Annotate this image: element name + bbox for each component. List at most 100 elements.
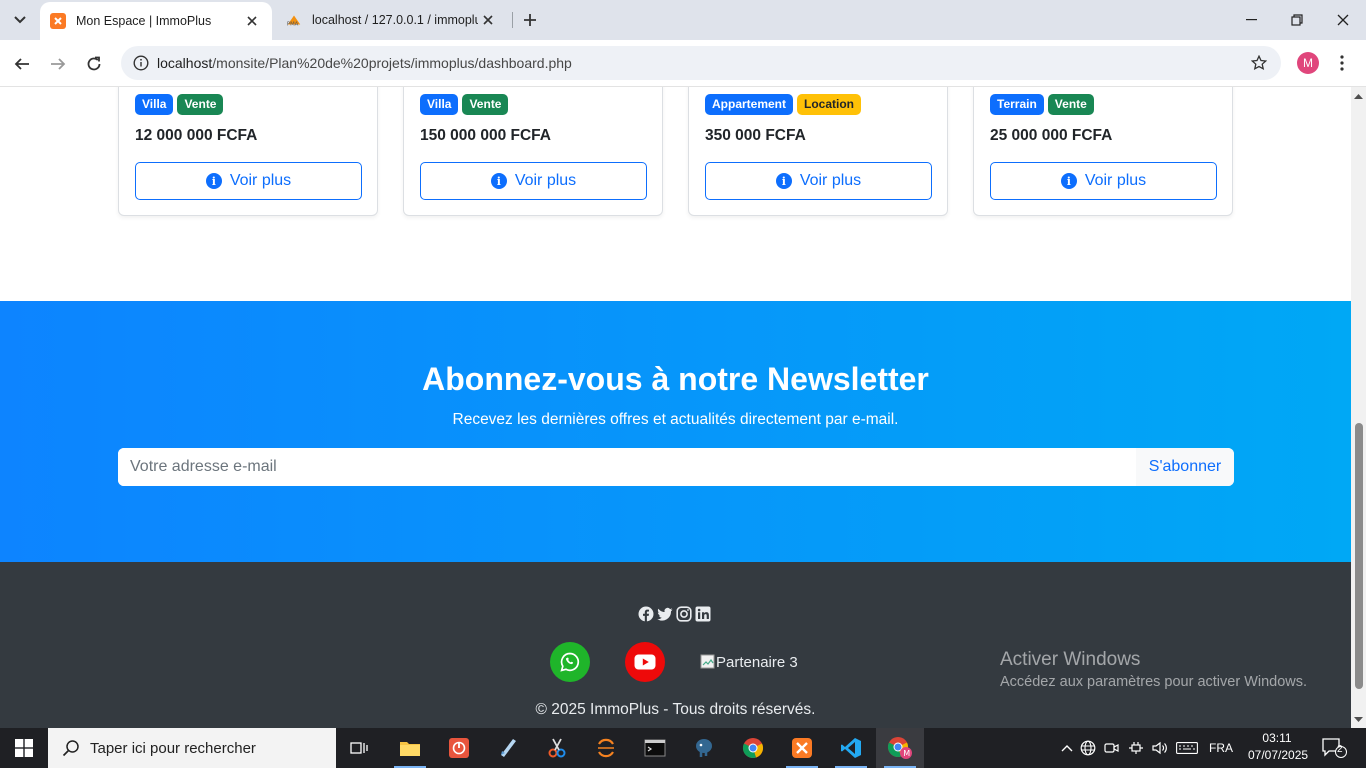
partner-logos: Partenaire 3 (550, 642, 798, 682)
instagram-icon[interactable] (676, 606, 692, 622)
taskbar-clock[interactable]: 03:11 07/07/2025 (1248, 730, 1308, 764)
tab-search-button[interactable] (6, 6, 34, 34)
taskbar-search-box[interactable]: Taper ici pour rechercher (48, 728, 336, 768)
more-vertical-icon (1340, 55, 1344, 71)
plus-icon (524, 14, 536, 26)
voir-plus-button[interactable]: i Voir plus (705, 162, 932, 200)
restore-button[interactable] (1274, 0, 1320, 40)
tab-title: Mon Espace | ImmoPlus (76, 14, 212, 28)
button-label: Voir plus (1084, 172, 1147, 189)
app-red-button[interactable] (435, 728, 483, 768)
property-type-badge: Appartement (705, 94, 794, 115)
browser-tab-strip: Mon Espace | ImmoPlus PMA localhost / 12… (0, 0, 1366, 40)
terminal-button[interactable] (631, 728, 679, 768)
property-type-badge: Terrain (990, 94, 1044, 115)
file-explorer-button[interactable] (386, 728, 434, 768)
vscode-icon (841, 738, 861, 758)
windows-logo-icon (15, 739, 33, 757)
show-hidden-icons-icon[interactable] (1058, 744, 1076, 752)
meet-now-icon[interactable] (1100, 741, 1124, 755)
bookmark-star-icon[interactable] (1249, 53, 1269, 73)
xampp-button[interactable] (778, 728, 826, 768)
property-card: Appartement Location 350 000 FCFA i Voir… (688, 87, 948, 216)
partner-3-image[interactable]: Partenaire 3 (700, 654, 798, 671)
scroll-up-arrow-icon[interactable] (1354, 91, 1363, 100)
button-label: Voir plus (229, 172, 292, 189)
property-card: Terrain Vente 25 000 000 FCFA i Voir plu… (973, 87, 1233, 216)
email-field[interactable] (118, 448, 1136, 486)
notification-icon (1322, 738, 1347, 758)
property-price: 350 000 FCFA (705, 127, 806, 144)
info-circle-icon: i (775, 173, 792, 189)
arrow-left-icon (14, 58, 29, 70)
new-tab-button[interactable] (518, 8, 542, 32)
back-button[interactable] (8, 50, 36, 78)
chrome-profile-button[interactable]: M (876, 728, 924, 768)
scroll-down-arrow-icon[interactable] (1354, 715, 1363, 724)
app-snip-button[interactable] (533, 728, 581, 768)
deal-type-badge: Vente (1047, 94, 1094, 115)
page-viewport: Villa Vente 12 000 000 FCFA i Voir plus … (0, 87, 1351, 728)
broken-image-icon (700, 654, 715, 669)
notification-center-button[interactable]: 2 (1320, 736, 1348, 760)
notification-count: 2 (1337, 744, 1343, 755)
watermark-subtitle: Accédez aux paramètres pour activer Wind… (1000, 674, 1308, 690)
windows-taskbar: Taper ici pour rechercher M FRA 03:11 07… (0, 728, 1366, 768)
task-view-icon (350, 742, 368, 754)
postgresql-button[interactable] (680, 728, 728, 768)
notepad-icon (501, 739, 516, 757)
minimize-button[interactable] (1228, 0, 1274, 40)
windows-activation-watermark: Activer Windows Accédez aux paramètres p… (1000, 649, 1307, 690)
page-scrollbar[interactable] (1351, 87, 1366, 728)
property-price: 25 000 000 FCFA (990, 127, 1113, 144)
power-plug-icon[interactable] (1124, 741, 1148, 755)
xampp-icon (792, 738, 812, 758)
close-tab-icon[interactable] (478, 10, 498, 30)
subscribe-button[interactable]: S'abonner (1136, 448, 1234, 486)
tab-mon-espace[interactable]: Mon Espace | ImmoPlus (40, 2, 272, 40)
volume-icon[interactable] (1148, 741, 1172, 755)
vscode-button[interactable] (827, 728, 875, 768)
close-window-button[interactable] (1320, 0, 1366, 40)
network-globe-icon[interactable] (1076, 740, 1100, 756)
address-bar[interactable]: localhost/monsite/Plan%20de%20projets/im… (121, 46, 1281, 80)
tab-phpmyadmin[interactable]: PMA localhost / 127.0.0.1 / immoplus (276, 0, 508, 40)
forward-button[interactable] (44, 50, 72, 78)
facebook-icon[interactable] (638, 606, 654, 622)
reload-button[interactable] (80, 50, 108, 78)
deal-type-badge: Location (797, 94, 862, 115)
scrollbar-thumb[interactable] (1355, 423, 1363, 689)
close-icon (1337, 14, 1349, 26)
twitter-icon[interactable] (657, 606, 673, 622)
chrome-button[interactable] (729, 728, 777, 768)
browser-menu-button[interactable] (1334, 50, 1350, 76)
button-label: Voir plus (799, 172, 862, 189)
svg-text:PMA: PMA (287, 21, 299, 27)
youtube-icon[interactable] (625, 642, 665, 682)
linkedin-icon[interactable] (695, 606, 711, 622)
property-type-badge: Villa (420, 94, 459, 115)
power-app-icon (449, 738, 469, 758)
profile-avatar[interactable]: M (1297, 52, 1319, 74)
arrow-right-icon (51, 58, 66, 70)
voir-plus-button[interactable]: i Voir plus (135, 162, 362, 200)
task-view-button[interactable] (336, 728, 384, 768)
site-footer: Partenaire 3 © 2025 ImmoPlus - Tous droi… (0, 562, 1351, 728)
newsletter-subtitle: Recevez les dernières offres et actualit… (452, 411, 899, 428)
deal-type-badge: Vente (177, 94, 224, 115)
reload-icon (87, 56, 101, 71)
clock-time: 03:11 (1262, 731, 1292, 745)
keyboard-icon[interactable] (1172, 742, 1202, 754)
voir-plus-button[interactable]: i Voir plus (990, 162, 1217, 200)
property-type-badge: Villa (135, 94, 174, 115)
app-pen-button[interactable] (484, 728, 532, 768)
newsletter-title: Abonnez-vous à notre Newsletter (422, 361, 929, 397)
whatsapp-icon[interactable] (550, 642, 590, 682)
close-tab-icon[interactable] (242, 11, 262, 31)
voir-plus-button[interactable]: i Voir plus (420, 162, 647, 200)
start-button[interactable] (0, 728, 48, 768)
site-info-icon[interactable] (131, 53, 151, 73)
app-eclipse-button[interactable] (582, 728, 630, 768)
terminal-icon (644, 739, 666, 757)
input-language[interactable]: FRA (1202, 741, 1240, 755)
